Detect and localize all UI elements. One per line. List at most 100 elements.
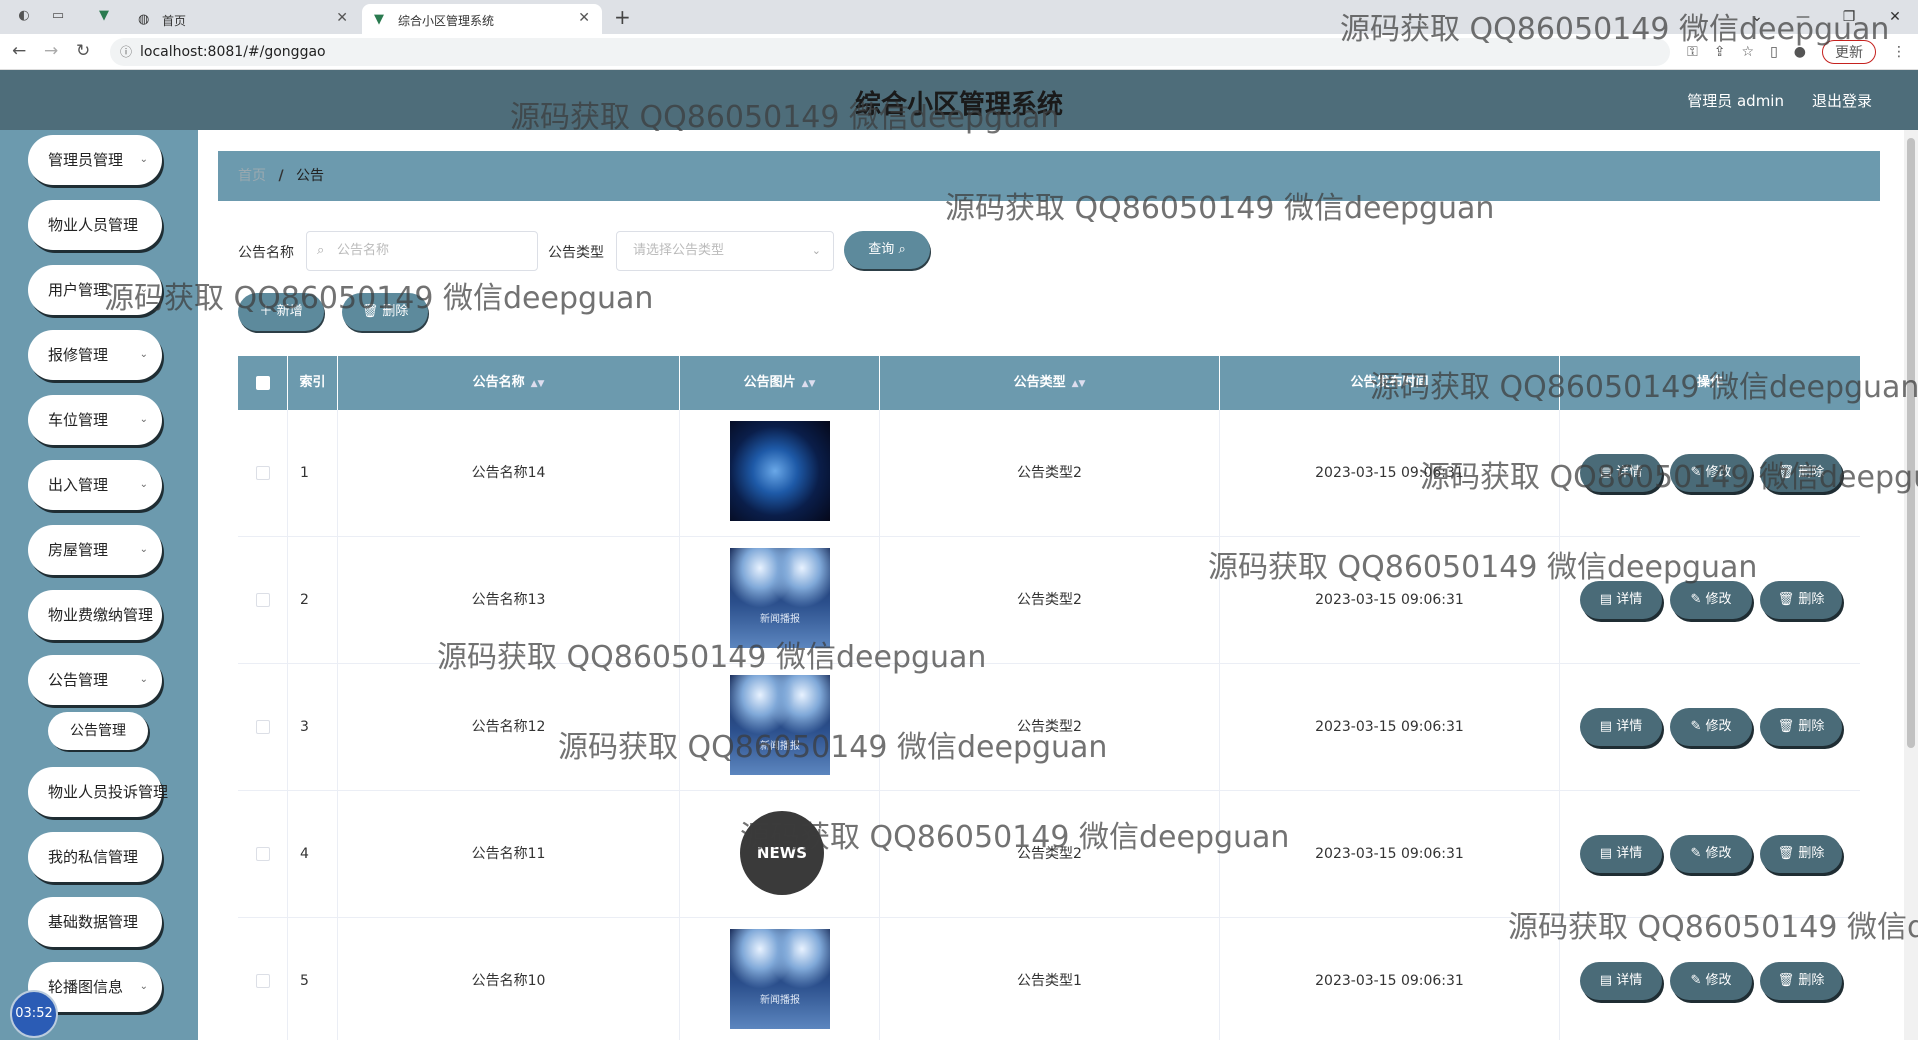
back-icon[interactable]: ← [12, 41, 26, 61]
row-index-text: 4 [300, 846, 309, 862]
sort-icon[interactable]: ▲▼ [531, 379, 545, 389]
scrollbar-thumb[interactable] [1907, 138, 1915, 748]
sidebar-item[interactable]: 公告管理 ⌄ [28, 655, 162, 705]
delete-button[interactable]: 🗑 删除 [1760, 581, 1842, 619]
sort-icon[interactable]: ▲▼ [802, 379, 816, 389]
maximize-icon[interactable]: ❐ [1826, 0, 1872, 34]
row-time: 2023-03-15 09:06:31 [1220, 791, 1560, 918]
sidebar-item[interactable]: 基础数据管理 [28, 897, 162, 947]
blank-tab-icon[interactable]: ▭ [50, 8, 66, 24]
browser-menu-icon[interactable]: ◐ [16, 8, 32, 24]
thumbnail-caption: 新闻播报 [760, 614, 800, 625]
search-icon: ⌕ [898, 242, 906, 257]
sidebar-item-label: 物业人员管理 [48, 216, 139, 234]
update-button[interactable]: 更新 [1822, 40, 1876, 64]
detail-button[interactable]: ▤ 详情 [1580, 581, 1662, 619]
edit-button[interactable]: ✎ 修改 [1670, 962, 1752, 1000]
url-field[interactable]: ⓘ localhost:8081/#/gonggao [110, 38, 1670, 66]
sidebar-item[interactable]: 房屋管理 ⌄ [28, 525, 162, 575]
row-checkbox[interactable] [256, 974, 270, 988]
address-bar-icons: ⚿ ⇪ ☆ ▯ ● 更新 ⋮ [1687, 40, 1906, 64]
edit-button-label: 修改 [1705, 846, 1732, 861]
clock-badge: 03:52 [10, 990, 58, 1038]
logout-link[interactable]: 退出登录 [1812, 90, 1872, 111]
delete-button[interactable]: 🗑 删除 [1760, 708, 1842, 746]
breadcrumb-home[interactable]: 首页 [238, 168, 266, 184]
sidebar-icon[interactable]: ▯ [1770, 44, 1778, 60]
header-image[interactable]: 公告图片 ▲▼ [680, 356, 880, 410]
tab-home[interactable]: ◍ 首页 ✕ [126, 4, 360, 34]
reload-icon[interactable]: ↻ [76, 41, 90, 61]
forward-icon[interactable]: → [44, 41, 58, 61]
row-name-text: 公告名称13 [471, 592, 546, 608]
sidebar-item[interactable]: 物业费缴纳管理 [28, 590, 162, 640]
sidebar-item[interactable]: 出入管理 ⌄ [28, 460, 162, 510]
detail-button[interactable]: ▤ 详情 [1580, 708, 1662, 746]
star-icon[interactable]: ☆ [1742, 44, 1755, 60]
delete-button[interactable]: 🗑 删除 [1760, 962, 1842, 1000]
stage-thumbnail: 新闻播报 [730, 548, 830, 648]
header-type[interactable]: 公告类型 ▲▼ [880, 356, 1220, 410]
sidebar-item[interactable]: 报修管理 ⌄ [28, 330, 162, 380]
sidebar-item[interactable]: 管理员管理 ⌄ [28, 135, 162, 185]
sidebar-item[interactable]: 用户管理 ⌄ [28, 265, 162, 315]
detail-button[interactable]: ▤ 详情 [1580, 835, 1662, 873]
row-checkbox[interactable] [256, 593, 270, 607]
delete-button-label: 删除 [1798, 465, 1825, 480]
query-button[interactable]: 查询 ⌕ [844, 231, 930, 269]
sort-icon[interactable]: ▲▼ [1072, 379, 1086, 389]
page-scrollbar[interactable] [1904, 130, 1918, 1040]
row-checkbox[interactable] [256, 720, 270, 734]
minimize-icon[interactable]: — [1780, 0, 1826, 34]
chevron-down-icon: ⌄ [139, 479, 148, 490]
row-name-text: 公告名称10 [471, 973, 546, 989]
close-icon[interactable]: ✕ [336, 10, 348, 26]
chevron-down-icon: ⌄ [139, 154, 148, 165]
add-button[interactable]: ＋ 新增 [238, 293, 324, 331]
share-icon[interactable]: ⇪ [1714, 44, 1726, 60]
row-type-text: 公告类型2 [1017, 465, 1082, 481]
sidebar-item[interactable]: 物业人员管理 [28, 200, 162, 250]
detail-button-label: 详情 [1616, 465, 1643, 480]
row-name: 公告名称11 [338, 791, 680, 918]
profile-icon[interactable]: ● [1794, 44, 1806, 60]
more-icon[interactable]: ⋮ [1892, 44, 1906, 60]
chevron-down-icon: ⌄ [139, 981, 148, 992]
name-filter-label: 公告名称 [238, 245, 294, 261]
header-name[interactable]: 公告名称 ▲▼ [338, 356, 680, 410]
pencil-icon: ✎ [1690, 973, 1706, 988]
edit-button[interactable]: ✎ 修改 [1670, 454, 1752, 492]
detail-button[interactable]: ▤ 详情 [1580, 454, 1662, 492]
sidebar-item[interactable]: 我的私信管理 [28, 832, 162, 882]
row-index: 2 [288, 537, 338, 664]
row-checkbox[interactable] [256, 847, 270, 861]
delete-button[interactable]: 🗑 删除 [1760, 835, 1842, 873]
row-time: 2023-03-15 09:06:31 [1220, 918, 1560, 1040]
new-tab-icon[interactable]: + [614, 5, 631, 29]
edit-button[interactable]: ✎ 修改 [1670, 835, 1752, 873]
submenu-item-announcements[interactable]: 公告管理 [48, 712, 148, 750]
edit-button[interactable]: ✎ 修改 [1670, 708, 1752, 746]
sidebar-item[interactable]: 车位管理 ⌄ [28, 395, 162, 445]
trash-icon: 🗑 [1777, 846, 1799, 861]
close-window-icon[interactable]: ✕ [1872, 0, 1918, 34]
tab-system[interactable]: ▼ 综合小区管理系统 ✕ [362, 4, 602, 34]
row-checkbox[interactable] [256, 466, 270, 480]
chevron-down-icon[interactable]: ⌄ [1734, 0, 1780, 34]
row-index: 1 [288, 410, 338, 537]
close-icon[interactable]: ✕ [578, 10, 590, 26]
sidebar-item[interactable]: 物业人员投诉管理 [28, 767, 168, 817]
select-all-checkbox[interactable] [256, 376, 270, 390]
edit-button[interactable]: ✎ 修改 [1670, 581, 1752, 619]
info-icon: ⓘ [120, 45, 133, 59]
delete-button[interactable]: 🗑 删除 [1760, 454, 1842, 492]
detail-button[interactable]: ▤ 详情 [1580, 962, 1662, 1000]
header-time[interactable]: 公告发布时间 [1220, 356, 1560, 410]
key-icon[interactable]: ⚿ [1687, 44, 1698, 60]
vue-tab-icon[interactable]: ▼ [96, 8, 112, 24]
app-title: 综合小区管理系统 [854, 90, 1063, 120]
type-select[interactable]: 请选择公告类型 ⌄ [616, 231, 834, 271]
name-search-input[interactable]: ⌕ 公告名称 [306, 231, 538, 271]
batch-delete-button[interactable]: 🗑 删除 [342, 293, 428, 331]
edit-button-label: 修改 [1705, 465, 1732, 480]
